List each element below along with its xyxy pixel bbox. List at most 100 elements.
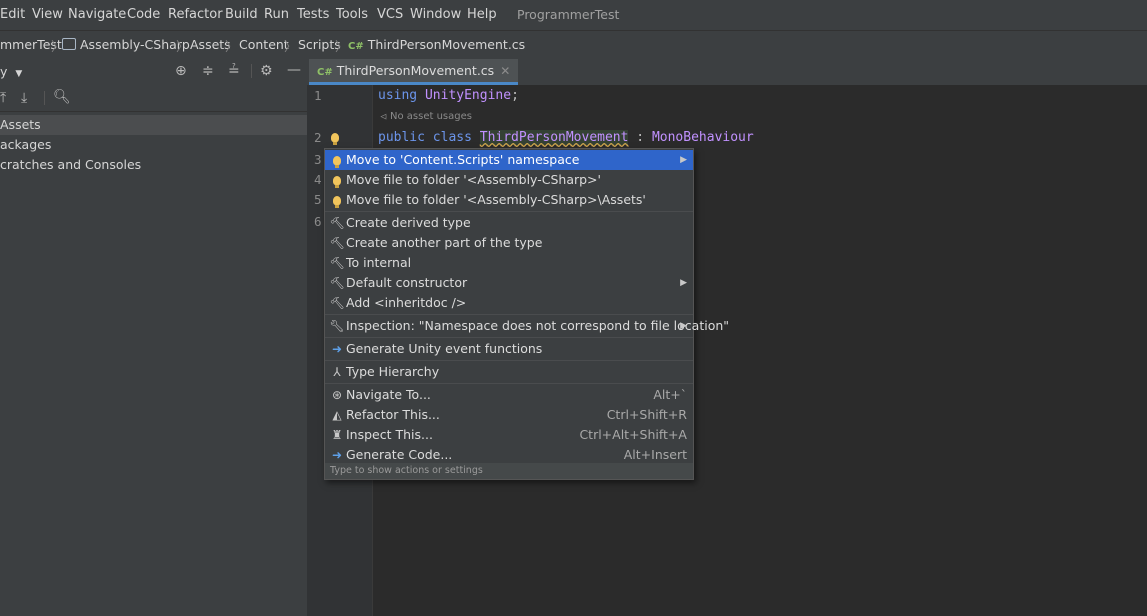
- menu-code[interactable]: Code: [127, 7, 160, 22]
- action-create-derived-type[interactable]: 🔨︎ Create derived type: [325, 213, 693, 233]
- locate-icon[interactable]: ⊕: [175, 64, 187, 78]
- bulb-icon: [330, 190, 344, 210]
- hammer-icon: 🔨︎: [329, 276, 345, 290]
- csharp-file-icon: C#: [317, 67, 333, 78]
- menu-refactor[interactable]: Refactor: [168, 7, 223, 22]
- unity-icon: ⏿: [380, 111, 387, 122]
- menu-view[interactable]: View: [32, 7, 63, 22]
- close-icon[interactable]: ✕: [500, 64, 510, 78]
- menu-separator: [325, 314, 693, 315]
- menu-separator: [325, 383, 693, 384]
- tab-label: ThirdPersonMovement.cs: [336, 63, 495, 78]
- action-generate-code[interactable]: ➜ Generate Code... Alt+Insert: [325, 445, 693, 465]
- menu-separator: [325, 337, 693, 338]
- action-navigate-to[interactable]: ⊛ Navigate To... Alt+`: [325, 385, 693, 405]
- chevron-down-icon: ▼: [15, 69, 23, 79]
- menu-vcs[interactable]: VCS: [377, 7, 403, 22]
- gear-icon[interactable]: ⚙: [260, 64, 273, 78]
- project-view-selector[interactable]: y ▼: [0, 64, 22, 79]
- asset-usages-hint[interactable]: ⏿ No asset usages: [380, 111, 472, 122]
- menu-help[interactable]: Help: [467, 7, 497, 22]
- scroll-from-source-icon[interactable]: ⤒: [0, 91, 6, 105]
- generate-icon: ➜: [331, 448, 343, 462]
- hammer-icon: 🔨︎: [329, 236, 345, 250]
- menu-tests[interactable]: Tests: [297, 7, 329, 22]
- csharp-file-icon: C#: [348, 41, 364, 52]
- generate-icon: ➜: [331, 342, 343, 356]
- submenu-arrow-icon: ▶: [680, 155, 687, 165]
- code-line-2: public class ThirdPersonMovement : MonoB…: [378, 130, 754, 145]
- hierarchy-icon: ⅄: [333, 365, 341, 379]
- action-move-file-to-assets-folder[interactable]: Move file to folder '<Assembly-CSharp>\A…: [325, 190, 693, 210]
- bulb-icon: [330, 150, 344, 170]
- wrench-icon: 🔧︎: [329, 319, 345, 333]
- menu-build[interactable]: Build: [225, 7, 258, 22]
- line-number: 6: [314, 214, 322, 229]
- code-line-1: using UnityEngine;: [378, 88, 519, 103]
- action-inspect-this[interactable]: ♜ Inspect This... Ctrl+Alt+Shift+A: [325, 425, 693, 445]
- hide-panel-icon[interactable]: —: [287, 63, 301, 77]
- hammer-icon: 🔨︎: [329, 256, 345, 270]
- shortcut-label: Alt+`: [653, 387, 687, 402]
- breadcrumb-content[interactable]: Content: [239, 37, 289, 52]
- tab-third-person-movement[interactable]: C# ThirdPersonMovement.cs ✕: [309, 59, 519, 85]
- action-type-hierarchy[interactable]: ⅄ Type Hierarchy: [325, 362, 693, 382]
- project-panel-header: y ▼ ⊕ ≑ ≟ ⚙ —: [0, 59, 307, 85]
- breadcrumb-assembly[interactable]: Assembly-CSharp: [62, 37, 190, 52]
- tree-item-scratches[interactable]: cratches and Consoles: [0, 155, 307, 175]
- hammer-icon: 🔨︎: [329, 296, 345, 310]
- project-panel: y ▼ ⊕ ≑ ≟ ⚙ — ⤒ ⤓ 🔍︎ Assets ackages crat…: [0, 59, 307, 616]
- menu-separator: [325, 360, 693, 361]
- breadcrumb-file[interactable]: C# ThirdPersonMovement.cs: [348, 37, 525, 52]
- menu-run[interactable]: Run: [264, 7, 289, 22]
- hammer-icon: 🔨︎: [329, 216, 345, 230]
- toolbar-divider: [44, 91, 45, 105]
- project-toolbar: ⤒ ⤓ 🔍︎: [0, 85, 307, 112]
- navigate-icon: ⊛: [331, 388, 343, 402]
- breadcrumb-separator: 〉: [284, 40, 298, 55]
- editor-tab-bar: C# ThirdPersonMovement.cs ✕: [307, 59, 1147, 85]
- bulb-icon: [330, 170, 344, 190]
- inspect-icon: ♜: [331, 428, 343, 442]
- scroll-to-source-icon[interactable]: ⤓: [21, 91, 27, 105]
- bulb-icon[interactable]: [331, 131, 339, 145]
- menu-bar: Edit View Navigate Code Refactor Build R…: [0, 0, 1147, 30]
- search-icon[interactable]: 🔍︎: [53, 90, 71, 104]
- menu-separator: [325, 211, 693, 212]
- line-number: 4: [314, 172, 322, 187]
- action-move-file-to-folder[interactable]: Move file to folder '<Assembly-CSharp>': [325, 170, 693, 190]
- action-add-inheritdoc[interactable]: 🔨︎ Add <inheritdoc />: [325, 293, 693, 313]
- line-number: 1: [314, 88, 322, 103]
- expand-all-icon[interactable]: ≑: [202, 64, 214, 78]
- shortcut-label: Ctrl+Alt+Shift+A: [579, 427, 687, 442]
- tree-item-assets[interactable]: Assets: [0, 115, 307, 135]
- tree-item-packages[interactable]: ackages: [0, 135, 307, 155]
- context-actions-popup: Move to 'Content.Scripts' namespace ▶ Mo…: [324, 148, 729, 480]
- menu-tools[interactable]: Tools: [336, 7, 368, 22]
- submenu-arrow-icon: ▶: [680, 321, 687, 331]
- shortcut-label: Ctrl+Shift+R: [606, 407, 687, 422]
- menu-window[interactable]: Window: [410, 7, 461, 22]
- toolbar-divider: [251, 64, 252, 78]
- menu-edit[interactable]: Edit: [0, 7, 25, 22]
- breadcrumb-separator: 〉: [335, 40, 349, 55]
- refactor-icon: ◭: [332, 408, 342, 422]
- action-to-internal[interactable]: 🔨︎ To internal: [325, 253, 693, 273]
- action-default-constructor[interactable]: 🔨︎ Default constructor ▶: [325, 273, 693, 293]
- menu-navigate[interactable]: Navigate: [68, 7, 126, 22]
- breadcrumb-separator: 〉: [225, 40, 239, 55]
- project-icon: [62, 38, 76, 50]
- action-inspection[interactable]: 🔧︎ Inspection: "Namespace does not corre…: [325, 316, 729, 336]
- project-title: ProgrammerTest: [517, 7, 620, 22]
- action-refactor-this[interactable]: ◭ Refactor This... Ctrl+Shift+R: [325, 405, 693, 425]
- collapse-all-icon[interactable]: ≟: [228, 64, 240, 78]
- action-generate-unity-event-functions[interactable]: ➜ Generate Unity event functions: [325, 339, 693, 359]
- action-move-to-namespace[interactable]: Move to 'Content.Scripts' namespace ▶: [325, 150, 693, 170]
- breadcrumb-separator: 〉: [176, 40, 190, 55]
- line-number: 5: [314, 192, 322, 207]
- line-number: 3: [314, 152, 322, 167]
- breadcrumb: mmerTest 〉 Assembly-CSharp 〉 Assets 〉 Co…: [0, 30, 1147, 60]
- shortcut-label: Alt+Insert: [623, 447, 687, 462]
- popup-footer-hint: Type to show actions or settings: [325, 463, 693, 479]
- action-create-another-part[interactable]: 🔨︎ Create another part of the type: [325, 233, 693, 253]
